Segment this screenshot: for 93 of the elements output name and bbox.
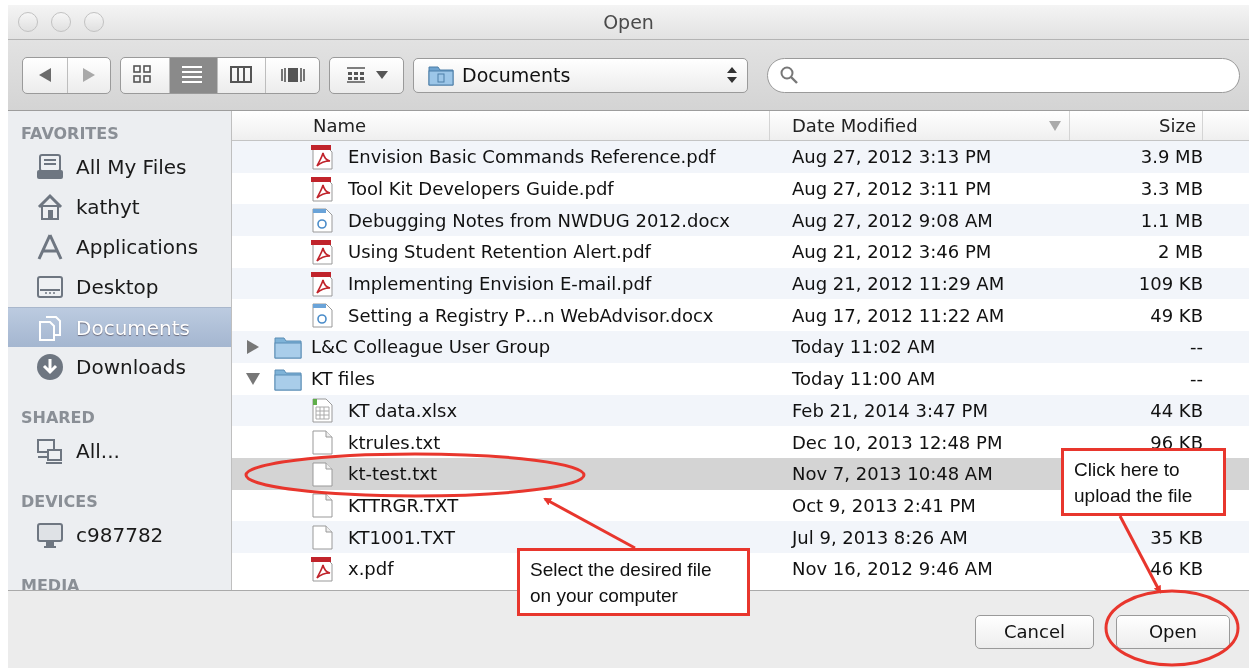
computers-icon	[36, 437, 64, 465]
sidebar-item[interactable]: kathyt	[8, 187, 231, 227]
date-modified: Aug 27, 2012 3:13 PM	[792, 146, 992, 168]
file-name: KT1001.TXT	[348, 526, 455, 548]
file-size: 44 KB	[1150, 399, 1203, 421]
date-modified: Aug 21, 2012 3:46 PM	[792, 241, 992, 263]
document-file-icon	[310, 302, 334, 329]
file-name: KTTRGR.TXT	[348, 494, 459, 516]
column-header[interactable]: Size	[1070, 111, 1203, 140]
date-modified: Today 11:00 AM	[792, 368, 936, 390]
file-size: 2 MB	[1157, 241, 1203, 263]
callout-tooltip: Click here to upload the file	[1061, 448, 1226, 516]
window-title: Open	[603, 11, 654, 33]
disclosure-triangle-icon[interactable]	[246, 371, 260, 386]
text-file-icon	[310, 429, 334, 456]
open-button[interactable]: Open	[1116, 614, 1230, 649]
navigation-control[interactable]	[22, 56, 111, 94]
desktop-icon	[36, 273, 64, 301]
compass-a-icon	[36, 233, 64, 261]
sidebar-item[interactable]: Desktop	[8, 267, 231, 307]
file-name: KT files	[311, 368, 375, 390]
sidebar-item[interactable]: All...	[8, 431, 231, 471]
file-name: Implementing Envision E-mail.pdf	[348, 273, 652, 295]
grid-icon	[345, 66, 366, 84]
pdf-file-icon	[310, 555, 334, 582]
caret-icon	[375, 71, 388, 79]
date-modified: Today 11:02 AM	[792, 336, 936, 358]
document-file-icon	[310, 207, 334, 234]
file-size: --	[1190, 336, 1203, 358]
up-down-caret-icon	[727, 67, 737, 83]
pdf-file-icon	[310, 143, 334, 170]
date-modified: Feb 21, 2014 3:47 PM	[792, 399, 988, 421]
file-name: Setting a Registry P…n WebAdvisor.docx	[348, 304, 714, 326]
pdf-file-icon	[310, 270, 334, 297]
arrange-button[interactable]	[329, 56, 404, 94]
file-size: 3.3 MB	[1140, 178, 1203, 200]
file-name: KT data.xlsx	[348, 399, 458, 421]
download-icon	[36, 353, 64, 381]
tray-icon	[36, 153, 64, 181]
section-heading: SHARED	[20, 407, 96, 429]
callout-tooltip: Select the desired file on your computer	[517, 548, 750, 616]
date-modified: Nov 16, 2012 9:46 AM	[792, 558, 993, 580]
file-size: 1.1 MB	[1140, 209, 1203, 231]
spreadsheet-file-icon	[310, 397, 334, 424]
date-modified: Dec 10, 2013 12:48 PM	[792, 431, 1003, 453]
date-modified: Aug 27, 2012 9:08 AM	[792, 209, 993, 231]
cover-flow-icon	[280, 65, 305, 85]
file-name: kt-test.txt	[348, 463, 438, 485]
text-file-icon	[310, 492, 334, 519]
file-size: --	[1190, 368, 1203, 390]
date-modified: Jul 9, 2013 8:26 AM	[792, 526, 968, 548]
documents-icon	[36, 313, 64, 342]
columns-icon	[229, 65, 254, 85]
file-name: x.pdf	[348, 558, 394, 580]
search-field[interactable]	[767, 57, 1240, 93]
disclosure-triangle-icon[interactable]	[246, 339, 260, 354]
view-mode-button[interactable]	[169, 57, 217, 93]
section-heading: DEVICES	[20, 491, 99, 513]
cancel-button[interactable]: Cancel	[975, 614, 1094, 649]
date-modified: Nov 7, 2013 10:48 AM	[792, 463, 993, 485]
file-name: L&C Colleague User Group	[311, 336, 551, 358]
file-name: Using Student Retention Alert.pdf	[348, 241, 651, 263]
date-modified: Oct 9, 2013 2:41 PM	[792, 494, 976, 516]
file-size: 46 KB	[1150, 558, 1203, 580]
file-name: Envision Basic Commands Reference.pdf	[348, 146, 716, 168]
file-size: 3.9 MB	[1140, 146, 1203, 168]
date-modified: Aug 21, 2012 11:29 AM	[792, 273, 1005, 295]
date-modified: Aug 27, 2012 3:11 PM	[792, 178, 992, 200]
file-size: 35 KB	[1150, 526, 1203, 548]
pdf-file-icon	[310, 175, 334, 202]
file-name: ktrules.txt	[348, 431, 441, 453]
pdf-file-icon	[310, 238, 334, 265]
folder-icon	[428, 64, 454, 86]
date-modified: Aug 17, 2012 11:22 AM	[792, 304, 1005, 326]
column-header[interactable]: Name	[232, 111, 770, 140]
sidebar-item[interactable]: Applications	[8, 227, 231, 267]
column-header[interactable]: Date Modified	[770, 111, 1070, 140]
sidebar-item[interactable]: c987782	[8, 515, 231, 555]
file-size: 49 KB	[1150, 304, 1203, 326]
view-mode-control[interactable]	[120, 56, 320, 94]
forward-arrow-icon	[83, 68, 95, 82]
section-heading: FAVORITES	[20, 123, 120, 145]
file-size: 109 KB	[1138, 273, 1203, 295]
file-name: Tool Kit Developers Guide.pdf	[348, 178, 614, 200]
sidebar-item[interactable]: All My Files	[8, 147, 231, 187]
house-icon	[36, 193, 64, 221]
sidebar-item[interactable]: Downloads	[8, 347, 231, 387]
location-popup[interactable]: Documents	[413, 57, 748, 93]
monitor-icon	[36, 521, 64, 549]
back-arrow-icon	[39, 68, 51, 82]
search-icon	[780, 66, 798, 84]
file-name: Debugging Notes from NWDUG 2012.docx	[348, 209, 730, 231]
text-file-icon	[310, 460, 334, 487]
